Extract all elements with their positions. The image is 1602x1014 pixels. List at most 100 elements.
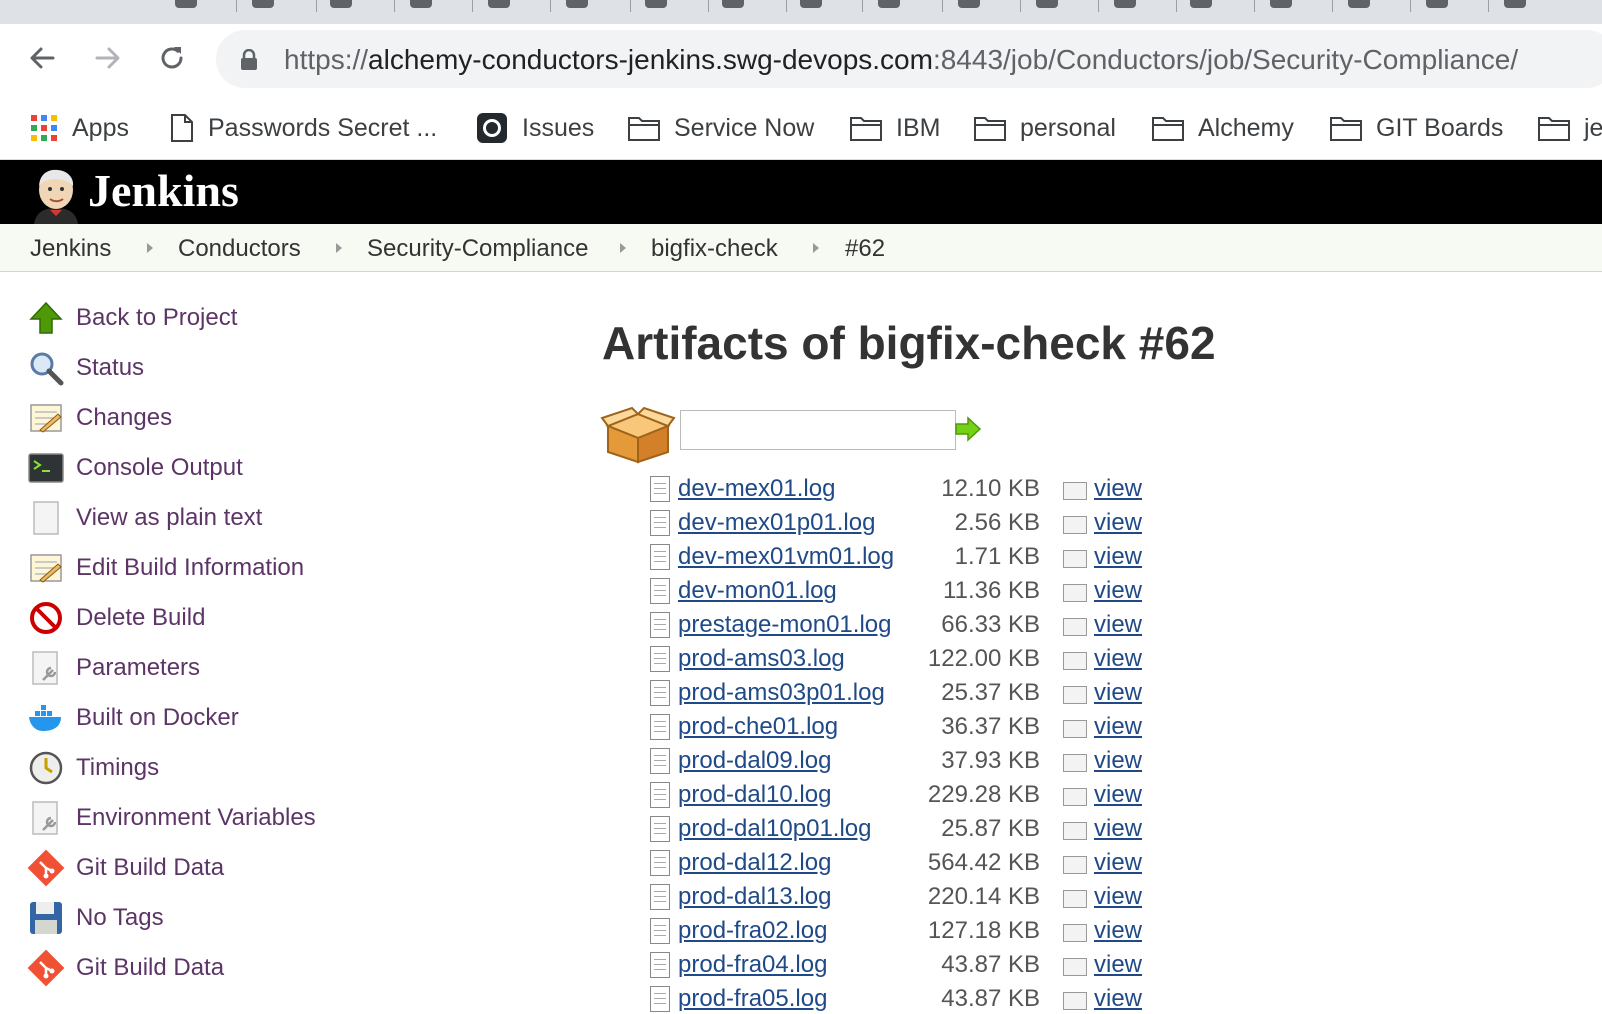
artifact-link[interactable]: dev-mon01.log: [678, 577, 837, 605]
artifact-link[interactable]: dev-mex01.log: [678, 475, 835, 503]
task-edit-build-information[interactable]: Edit Build Information: [26, 548, 304, 588]
forward-button[interactable]: [86, 36, 130, 80]
task-delete-build[interactable]: Delete Build: [26, 598, 205, 638]
task-no-tags[interactable]: No Tags: [26, 898, 164, 938]
artifact-link[interactable]: prod-dal10p01.log: [678, 815, 872, 843]
view-link[interactable]: view: [1094, 849, 1142, 877]
artifact-link[interactable]: prod-ams03p01.log: [678, 679, 885, 707]
task-environment-variables[interactable]: Environment Variables: [26, 798, 316, 838]
artifact-link[interactable]: prod-dal10.log: [678, 781, 831, 809]
artifact-link[interactable]: prestage-mon01.log: [678, 611, 891, 639]
bookmark-ibm[interactable]: IBM: [850, 110, 940, 146]
artifact-link[interactable]: prod-dal09.log: [678, 747, 831, 775]
artifact-link[interactable]: prod-ams03.log: [678, 645, 845, 673]
tab-favicon[interactable]: [330, 0, 352, 8]
view-link[interactable]: view: [1094, 951, 1142, 979]
bookmark-label: IBM: [896, 113, 941, 142]
artifact-link[interactable]: prod-fra05.log: [678, 985, 827, 1013]
breadcrumb-bigfix-check[interactable]: bigfix-check: [651, 235, 778, 263]
artifact-size: 2.56 KB: [954, 509, 1040, 536]
tab-separator: [708, 0, 709, 12]
view-link[interactable]: view: [1094, 475, 1142, 503]
view-link[interactable]: view: [1094, 509, 1142, 537]
tab-favicon[interactable]: [1348, 0, 1370, 8]
chevron-right-icon[interactable]: [147, 243, 153, 253]
address-bar[interactable]: https://alchemy-conductors-jenkins.swg-d…: [216, 30, 1602, 88]
tab-favicon[interactable]: [1426, 0, 1448, 8]
task-parameters[interactable]: Parameters: [26, 648, 200, 688]
bookmark-apps[interactable]: Apps: [30, 110, 129, 146]
clock-icon: [26, 748, 66, 788]
tab-favicon[interactable]: [252, 0, 274, 8]
task-back-to-project[interactable]: Back to Project: [26, 298, 237, 338]
lock-icon: [241, 49, 257, 70]
view-link[interactable]: view: [1094, 679, 1142, 707]
tab-favicon[interactable]: [175, 0, 197, 8]
task-git-build-data[interactable]: Git Build Data: [26, 848, 224, 888]
view-link[interactable]: view: [1094, 577, 1142, 605]
breadcrumb-jenkins[interactable]: Jenkins: [30, 235, 111, 263]
artifact-link[interactable]: dev-mex01p01.log: [678, 509, 875, 537]
view-link[interactable]: view: [1094, 815, 1142, 843]
breadcrumb-build-62[interactable]: #62: [845, 235, 885, 263]
task-git-build-data[interactable]: Git Build Data: [26, 948, 224, 988]
artifact-link[interactable]: dev-mex01vm01.log: [678, 543, 894, 571]
tab-favicon[interactable]: [1190, 0, 1212, 8]
jenkins-logo-icon[interactable]: [28, 166, 84, 224]
task-console-output[interactable]: Console Output: [26, 448, 243, 488]
view-link[interactable]: view: [1094, 917, 1142, 945]
bookmark-issues[interactable]: Issues: [476, 110, 594, 146]
bookmark-service-now[interactable]: Service Now: [628, 110, 814, 146]
breadcrumb-conductors[interactable]: Conductors: [178, 235, 301, 263]
git-icon: [26, 948, 66, 988]
jenkins-title[interactable]: Jenkins: [88, 164, 239, 217]
bookmark-personal[interactable]: personal: [974, 110, 1116, 146]
view-link[interactable]: view: [1094, 611, 1142, 639]
task-view-as-plain-text[interactable]: View as plain text: [26, 498, 262, 538]
tab-favicon[interactable]: [1270, 0, 1292, 8]
artifact-link[interactable]: prod-dal12.log: [678, 849, 831, 877]
back-button[interactable]: [20, 36, 64, 80]
bookmark-passwords[interactable]: Passwords Secret ...: [170, 110, 437, 146]
tab-favicon[interactable]: [1114, 0, 1136, 8]
view-link[interactable]: view: [1094, 747, 1142, 775]
url-text[interactable]: https://alchemy-conductors-jenkins.swg-d…: [284, 44, 1518, 76]
artifact-link[interactable]: prod-dal13.log: [678, 883, 831, 911]
reload-button[interactable]: [150, 36, 194, 80]
artifact-link[interactable]: prod-che01.log: [678, 713, 838, 741]
task-status[interactable]: Status: [26, 348, 144, 388]
tab-favicon[interactable]: [958, 0, 980, 8]
list-item: dev-mon01.log 11.36 KB view: [650, 574, 1210, 608]
task-timings[interactable]: Timings: [26, 748, 159, 788]
tab-favicon[interactable]: [488, 0, 510, 8]
artifact-link[interactable]: prod-fra04.log: [678, 951, 827, 979]
chevron-right-icon[interactable]: [336, 243, 342, 253]
tab-favicon[interactable]: [410, 0, 432, 8]
chevron-right-icon[interactable]: [620, 243, 626, 253]
tab-favicon[interactable]: [645, 0, 667, 8]
view-link[interactable]: view: [1094, 543, 1142, 571]
artifact-search-input[interactable]: [680, 410, 956, 450]
view-link[interactable]: view: [1094, 985, 1142, 1013]
bookmark-label: Issues: [522, 113, 595, 142]
task-built-on-docker[interactable]: Built on Docker: [26, 698, 239, 738]
tab-favicon[interactable]: [878, 0, 900, 8]
tab-favicon[interactable]: [1036, 0, 1058, 8]
tab-favicon[interactable]: [566, 0, 588, 8]
bookmark-git-boards[interactable]: GIT Boards: [1330, 110, 1503, 146]
view-link[interactable]: view: [1094, 713, 1142, 741]
view-link[interactable]: view: [1094, 781, 1142, 809]
bookmark-je[interactable]: je: [1538, 110, 1602, 146]
tab-favicon[interactable]: [722, 0, 744, 8]
bookmark-alchemy[interactable]: Alchemy: [1152, 110, 1294, 146]
view-link[interactable]: view: [1094, 883, 1142, 911]
tab-favicon[interactable]: [1504, 0, 1526, 8]
artifact-link[interactable]: prod-fra02.log: [678, 917, 827, 945]
go-arrow-icon[interactable]: [954, 416, 982, 442]
task-changes[interactable]: Changes: [26, 398, 172, 438]
chevron-right-icon[interactable]: [813, 243, 819, 253]
view-link[interactable]: view: [1094, 645, 1142, 673]
tab-favicon[interactable]: [800, 0, 822, 8]
breadcrumb-security-compliance[interactable]: Security-Compliance: [367, 235, 588, 263]
bookmark-label: Service Now: [674, 113, 815, 142]
